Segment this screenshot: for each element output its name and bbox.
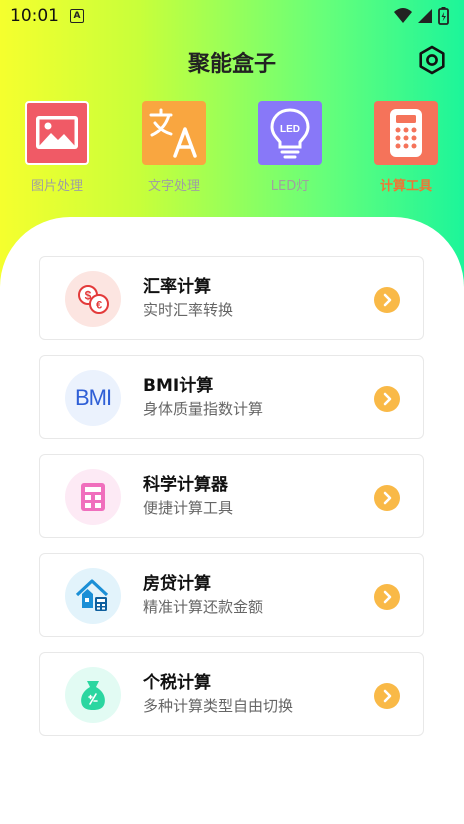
card-exchange-rate[interactable]: $ € 汇率计算 实时汇率转换 [39, 256, 424, 340]
currency-exchange-icon: $ € [65, 271, 121, 327]
card-house-loan[interactable]: 房贷计算 精准计算还款金额 [39, 553, 424, 637]
chevron-right-icon[interactable] [374, 386, 400, 412]
card-bmi[interactable]: BMI BMI计算 身体质量指数计算 [39, 355, 424, 439]
scientific-calculator-icon [65, 469, 121, 525]
card-subtitle: 便捷计算工具 [143, 499, 234, 517]
tool-text-processing[interactable]: 文字处理 [134, 101, 214, 194]
wifi-icon [394, 8, 412, 23]
tool-image-processing[interactable]: 图片处理 [17, 101, 97, 194]
bmi-icon: BMI [65, 370, 121, 426]
card-subtitle: 多种计算类型自由切换 [143, 697, 294, 715]
card-subtitle: 身体质量指数计算 [143, 400, 264, 418]
tool-calculator[interactable]: 计算工具 [366, 101, 446, 194]
card-title: 房贷计算 [143, 574, 211, 594]
tool-label: 计算工具 [379, 179, 432, 194]
calculator-icon [374, 101, 438, 165]
tool-list-panel: $ € 汇率计算 实时汇率转换 BMI BMI计算 身体质量指数计算 科学计算器… [0, 217, 464, 824]
card-title: 科学计算器 [143, 475, 228, 495]
card-scientific-calculator[interactable]: 科学计算器 便捷计算工具 [39, 454, 424, 538]
card-title: BMI计算 [143, 376, 214, 396]
tax-bag-icon [65, 667, 121, 723]
chevron-right-icon[interactable] [374, 485, 400, 511]
chevron-right-icon[interactable] [374, 287, 400, 313]
card-income-tax[interactable]: 个税计算 多种计算类型自由切换 [39, 652, 424, 736]
settings-gear-icon[interactable] [417, 45, 447, 75]
card-title: 汇率计算 [143, 277, 211, 297]
card-subtitle: 实时汇率转换 [143, 301, 234, 319]
card-title: 个税计算 [143, 673, 211, 693]
tool-label: LED灯 [270, 179, 310, 194]
page-title: 聚能盒子 [187, 52, 276, 77]
house-loan-icon [65, 568, 121, 624]
notification-icon: A [70, 9, 84, 23]
svg-text:€: € [96, 300, 102, 312]
image-icon [25, 101, 89, 165]
status-time: 10:01 [10, 6, 59, 26]
app-screen: 10:01 A 聚能盒子 图片处理 文字处理 LED LED灯 计算工具 $ €… [0, 0, 464, 824]
led-icon-text: LED [280, 124, 300, 135]
card-subtitle: 精准计算还款金额 [143, 598, 264, 616]
chevron-right-icon[interactable] [374, 584, 400, 610]
bulb-icon: LED [258, 101, 322, 165]
signal-icon [418, 9, 432, 23]
chevron-right-icon[interactable] [374, 683, 400, 709]
tool-label: 文字处理 [147, 179, 200, 194]
status-bar: 10:01 A [0, 0, 464, 32]
tool-led-light[interactable]: LED LED灯 [250, 101, 330, 194]
tool-label: 图片处理 [30, 179, 83, 194]
system-status-icons [394, 7, 449, 25]
bmi-icon-text: BMI [75, 385, 111, 410]
translate-icon [142, 101, 206, 165]
